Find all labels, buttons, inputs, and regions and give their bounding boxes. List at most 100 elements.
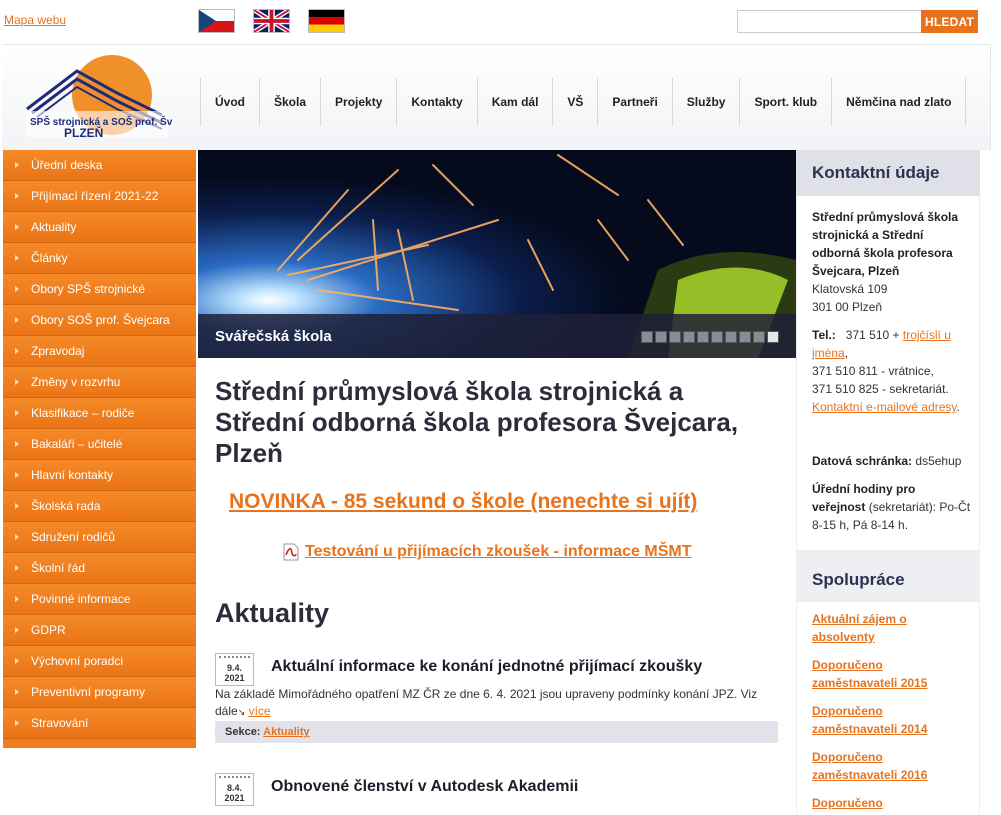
calendar-icon: 9.4. 2021 — [215, 653, 254, 686]
sidebar-item-label: Přijímací řízení 2021-22 — [31, 189, 159, 203]
sidebar-item-label: Sdružení rodičů — [31, 530, 116, 544]
nav-item-9[interactable]: Němčina nad zlato — [832, 78, 967, 126]
sidebar-item-2[interactable]: Aktuality — [3, 212, 196, 243]
school-logo[interactable]: SPŠ strojnická a SOŠ prof. Švejcara PLZE… — [22, 53, 202, 143]
nav-item-4[interactable]: Kam dál — [478, 78, 554, 126]
search-form: HLEDAT — [737, 10, 978, 33]
coop-link-2[interactable]: Doporučeno zaměstnavateli 2014 — [812, 702, 971, 738]
czech-flag-icon[interactable] — [198, 9, 235, 33]
language-flags — [198, 9, 345, 33]
sidebar-item-6[interactable]: Zpravodaj — [3, 336, 196, 367]
email-link[interactable]: Kontaktní e-mailové adresy — [812, 400, 957, 414]
news-title-link[interactable]: Obnovené členství v Autodesk Akademii — [271, 778, 578, 796]
uk-flag-icon[interactable] — [253, 9, 290, 33]
pdf-link[interactable]: Testování u přijímacích zkoušek - inform… — [305, 543, 691, 561]
hero-slider[interactable]: Svářečská škola — [198, 150, 796, 358]
sidebar-item-18[interactable]: Stravování — [3, 708, 196, 739]
right-column: Kontaktní údaje Střední průmyslová škola… — [796, 150, 980, 815]
german-flag-icon[interactable] — [308, 9, 345, 33]
arrow-right-icon — [15, 503, 19, 509]
news-date-year: 2021 — [224, 673, 245, 683]
sidebar-item-label: GDPR — [31, 623, 66, 637]
sidebar-item-7[interactable]: Změny v rozvrhu — [3, 367, 196, 398]
more-link[interactable]: více — [249, 704, 271, 718]
tel-label: Tel.: — [812, 328, 836, 342]
slider-dot[interactable] — [683, 331, 695, 343]
nav-item-5[interactable]: VŠ — [553, 78, 599, 126]
slider-dot[interactable] — [711, 331, 723, 343]
news-text-body: Na základě Mimořádného opatření MZ ČR ze… — [215, 687, 758, 718]
news-date-day: 8.4. — [226, 783, 242, 793]
arrow-right-icon — [15, 720, 19, 726]
sidebar-item-4[interactable]: Obory SPŠ strojnické — [3, 274, 196, 305]
calendar-icon: 8.4. 2021 — [215, 773, 254, 806]
tel-line3: 371 510 825 - sekretariát. — [812, 382, 949, 396]
slider-dot[interactable] — [767, 331, 779, 343]
slider-dot[interactable] — [697, 331, 709, 343]
search-button[interactable]: HLEDAT — [921, 10, 978, 33]
coop-link-0[interactable]: Aktuální zájem o absolventy — [812, 610, 971, 646]
sidebar-item-3[interactable]: Články — [3, 243, 196, 274]
arrow-right-icon — [15, 162, 19, 168]
nav-item-1[interactable]: Škola — [260, 78, 322, 126]
news-title-link[interactable]: Aktuální informace ke konání jednotné př… — [271, 658, 702, 676]
arrow-right-icon — [15, 534, 19, 540]
section-label: Sekce: — [225, 726, 261, 738]
page-title: Střední průmyslová škola strojnická a St… — [215, 376, 739, 468]
news-date-day: 9.4. — [226, 663, 242, 673]
sidebar-item-label: Obory SOŠ prof. Švejcara — [31, 313, 170, 327]
sidebar-item-label: Hlavní kontakty — [31, 468, 114, 482]
slider-dot[interactable] — [725, 331, 737, 343]
sidebar-item-label: Výchovní poradci — [31, 654, 124, 668]
slider-dot[interactable] — [753, 331, 765, 343]
databox-value: ds5ehup — [915, 454, 962, 468]
sidebar-item-11[interactable]: Školská rada — [3, 491, 196, 522]
arrow-right-icon — [15, 410, 19, 416]
sidebar-item-5[interactable]: Obory SOŠ prof. Švejcara — [3, 305, 196, 336]
sidebar-item-label: Aktuality — [31, 220, 77, 234]
coop-link-4[interactable]: Doporučeno zaměstnavateli 2017 — [812, 794, 971, 815]
street: Klatovská 109 — [812, 282, 888, 296]
sidebar-item-16[interactable]: Výchovní poradci — [3, 646, 196, 677]
nav-item-7[interactable]: Služby — [673, 78, 741, 126]
nav-item-6[interactable]: Partneři — [598, 78, 673, 126]
contact-heading: Kontaktní údaje — [796, 150, 980, 196]
slider-dot[interactable] — [669, 331, 681, 343]
section-link[interactable]: Aktuality — [263, 726, 309, 738]
slider-dot[interactable] — [641, 331, 653, 343]
sidebar-item-label: Povinné informace — [31, 592, 131, 606]
nav-item-3[interactable]: Kontakty — [397, 78, 478, 126]
sidebar-item-label: Školská rada — [31, 499, 101, 513]
sidebar-item-14[interactable]: Povinné informace — [3, 584, 196, 615]
contact-box: Střední průmyslová škola strojnická a St… — [797, 196, 979, 550]
slider-dots — [641, 331, 779, 343]
news-section-tag: Sekce: Aktuality — [215, 721, 778, 743]
sidebar-item-17[interactable]: Preventivní programy — [3, 677, 196, 708]
tel-line2: 371 510 811 - vrátnice, — [812, 364, 934, 378]
coop-link-1[interactable]: Doporučeno zaměstnavateli 2015 — [812, 656, 971, 692]
databox-label: Datová schránka: — [812, 454, 913, 468]
sidebar-item-1[interactable]: Přijímací řízení 2021-22 — [3, 181, 196, 212]
nav-item-8[interactable]: Sport. klub — [740, 78, 833, 126]
sidebar-item-label: Obory SPŠ strojnické — [31, 282, 146, 296]
sidebar-item-9[interactable]: Bakaláři – učitelé — [3, 429, 196, 460]
novinka-link[interactable]: NOVINKA - 85 sekund o škole (nenechte si… — [229, 490, 697, 514]
slider-dot[interactable] — [739, 331, 751, 343]
arrow-right-icon — [15, 627, 19, 633]
sidebar-item-13[interactable]: Školní řád — [3, 553, 196, 584]
sidebar-item-8[interactable]: Klasifikace – rodiče — [3, 398, 196, 429]
sitemap-link[interactable]: Mapa webu — [4, 13, 66, 27]
sidebar-menu: Úřední deska Přijímací řízení 2021-22 Aktu… — [3, 150, 196, 748]
sidebar-item-label: Články — [31, 251, 68, 265]
search-input[interactable] — [737, 10, 921, 33]
nav-item-2[interactable]: Projekty — [321, 78, 398, 126]
coop-links: Aktuální zájem o absolventy Doporučeno za… — [797, 602, 979, 815]
sidebar-item-15[interactable]: GDPR — [3, 615, 196, 646]
coop-link-3[interactable]: Doporučeno zaměstnavateli 2016 — [812, 748, 971, 784]
sidebar-item-12[interactable]: Sdružení rodičů — [3, 522, 196, 553]
nav-item-0[interactable]: Úvod — [201, 78, 260, 126]
sidebar-item-0[interactable]: Úřední deska — [3, 150, 196, 181]
arrow-right-icon — [15, 286, 19, 292]
slider-dot[interactable] — [655, 331, 667, 343]
sidebar-item-10[interactable]: Hlavní kontakty — [3, 460, 196, 491]
